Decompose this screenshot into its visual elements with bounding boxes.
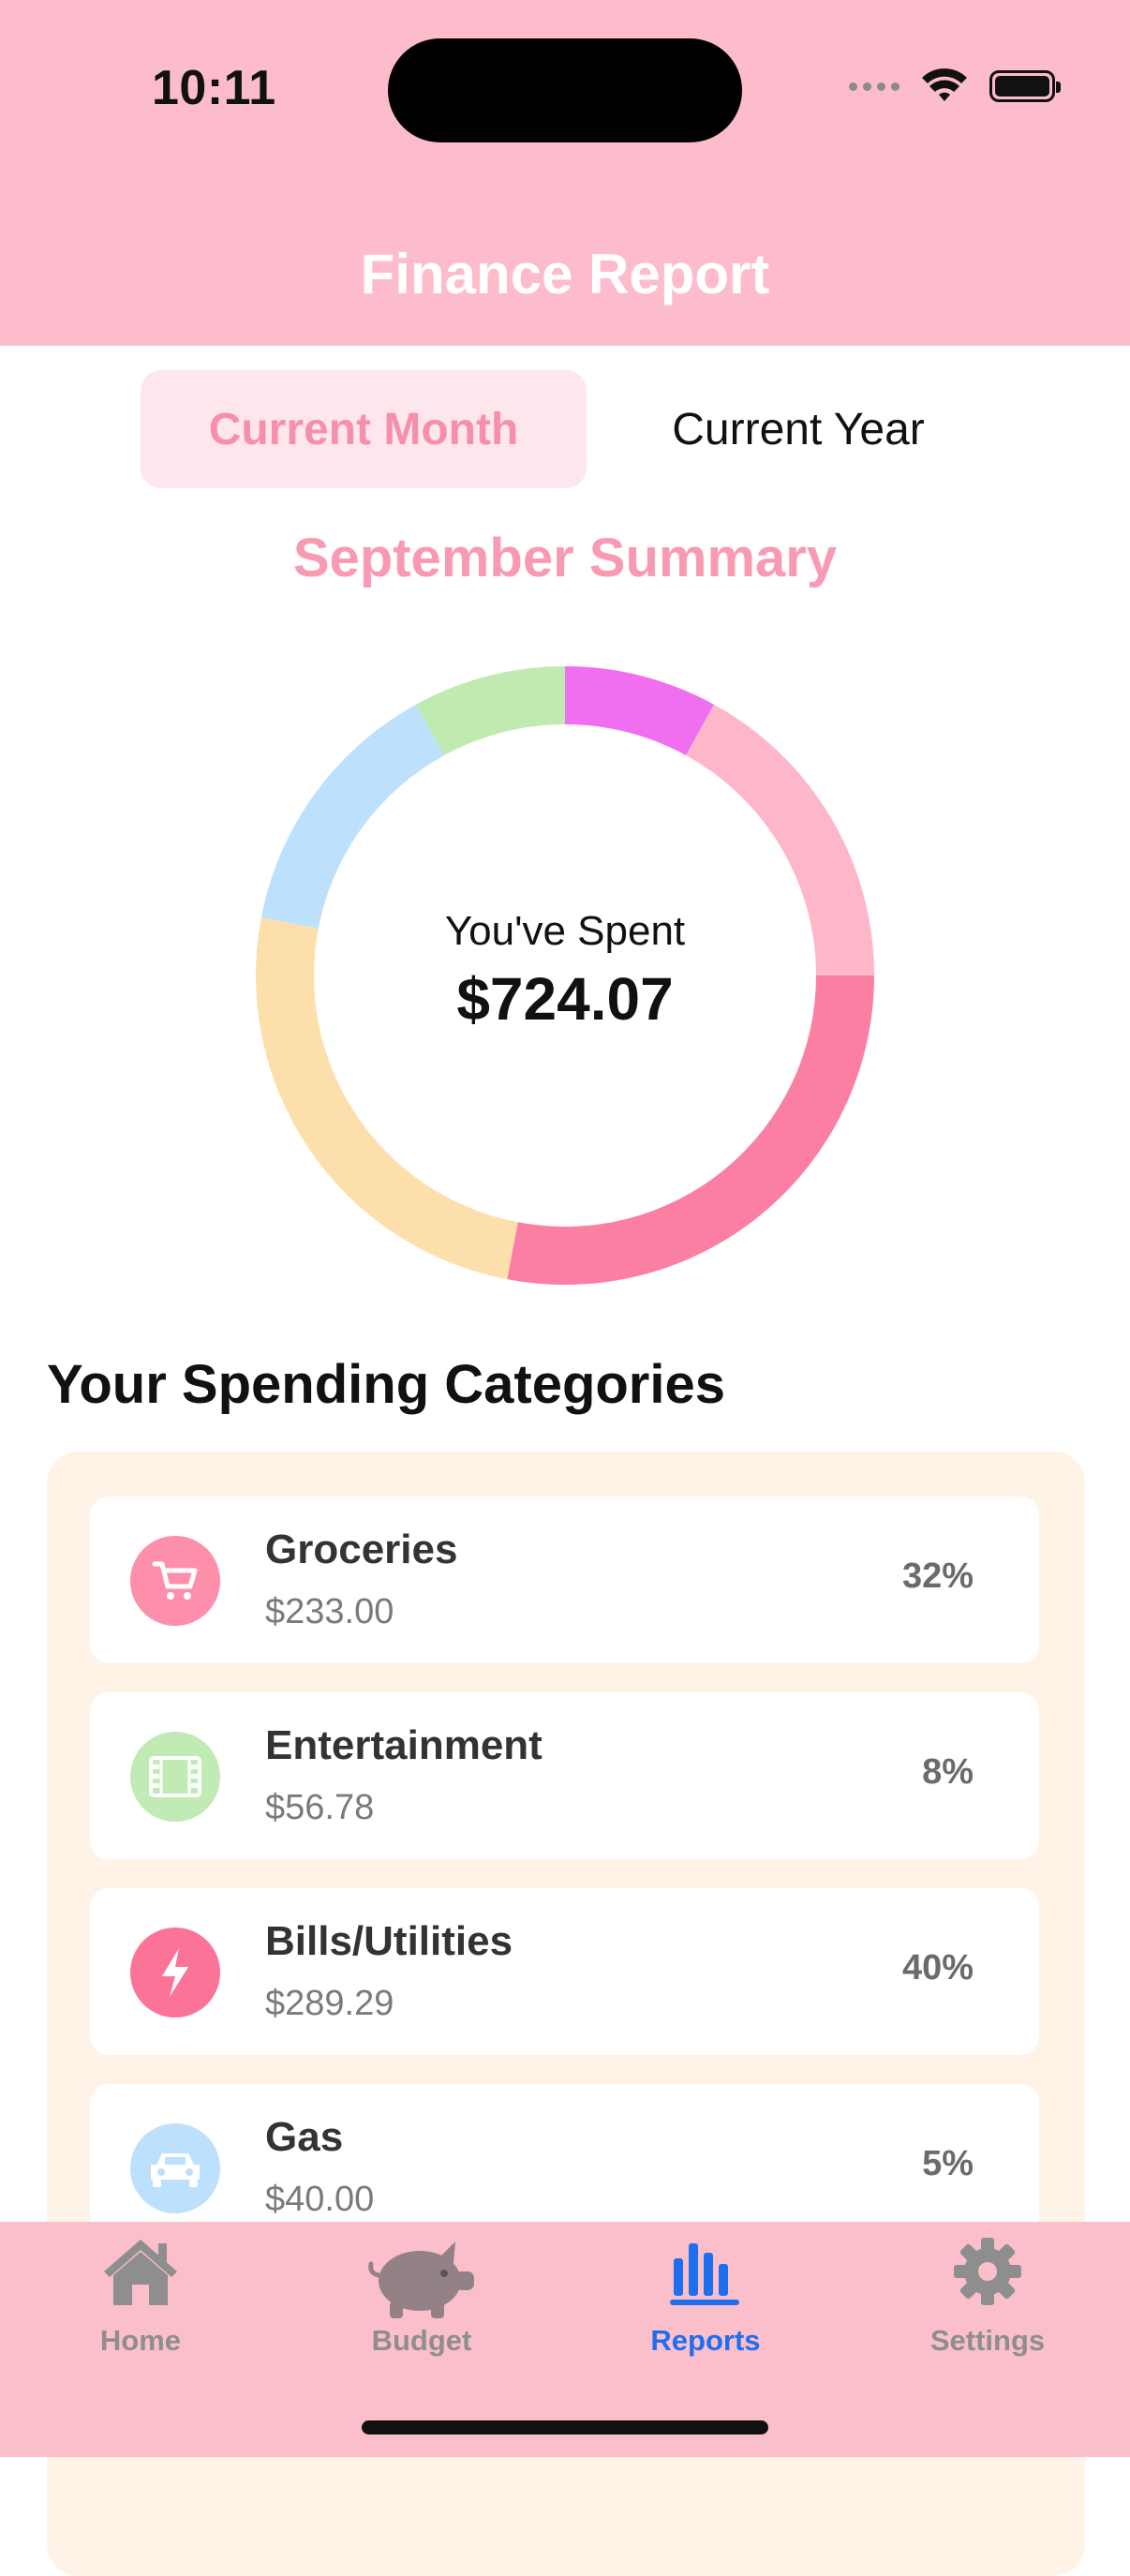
donut-segment [260,704,444,929]
cart-icon [130,1536,220,1626]
home-indicator[interactable] [362,2420,768,2435]
tab-budget[interactable]: Budget [309,2230,534,2371]
category-name: Groceries [265,1526,458,1572]
donut-segment [416,666,565,756]
category-percent: 40% [901,1948,974,1988]
category-name: Gas [265,2114,344,2160]
category-card-entertainment[interactable]: Entertainment $56.78 8% [90,1692,1039,1859]
donut-segment [507,975,874,1285]
tab-label: Reports [650,2324,761,2357]
category-card-bills-utilities[interactable]: Bills/Utilities $289.29 40% [90,1888,1039,2055]
spending-donut-chart [256,666,874,1285]
car-icon [130,2123,220,2213]
category-amount: $233.00 [265,1592,394,1631]
tab-reports[interactable]: Reports [593,2230,818,2371]
tab-current-year[interactable]: Current Year [575,370,1021,488]
bar-chart-icon [670,2243,739,2305]
tab-home[interactable]: Home [28,2230,253,2371]
dynamic-island [388,38,742,142]
tab-current-month[interactable]: Current Month [141,370,587,488]
film-icon [130,1732,220,1822]
section-title: Your Spending Categories [47,1354,726,1415]
category-percent: 5% [922,2144,974,2183]
tab-label: Home [99,2324,182,2357]
category-amount: $56.78 [265,1788,375,1827]
bolt-icon [130,1928,220,2018]
signal-icon [849,82,900,91]
category-amount: $40.00 [265,2180,375,2219]
page-title: Finance Report [360,243,770,305]
summary-title: September Summary [292,528,838,588]
status-icons [849,67,1061,105]
donut-segment [256,917,518,1280]
house-icon [104,2240,177,2305]
category-name: Bills/Utilities [265,1918,513,1964]
category-card-groceries[interactable]: Groceries $233.00 32% [90,1496,1039,1663]
gear-icon [954,2238,1021,2305]
tab-label: Budget [371,2324,472,2357]
piggy-bank-icon [368,2241,474,2318]
wifi-icon [922,68,967,101]
battery-icon [989,70,1061,102]
category-percent: 8% [922,1752,974,1792]
tab-label: Settings [929,2324,1046,2357]
status-time: 10:11 [152,61,276,115]
donut-segment [565,666,714,756]
category-amount: $289.29 [265,1984,394,2023]
tab-settings[interactable]: Settings [875,2230,1100,2371]
donut-segment [686,704,874,975]
category-percent: 32% [901,1556,974,1596]
category-name: Entertainment [265,1722,543,1768]
